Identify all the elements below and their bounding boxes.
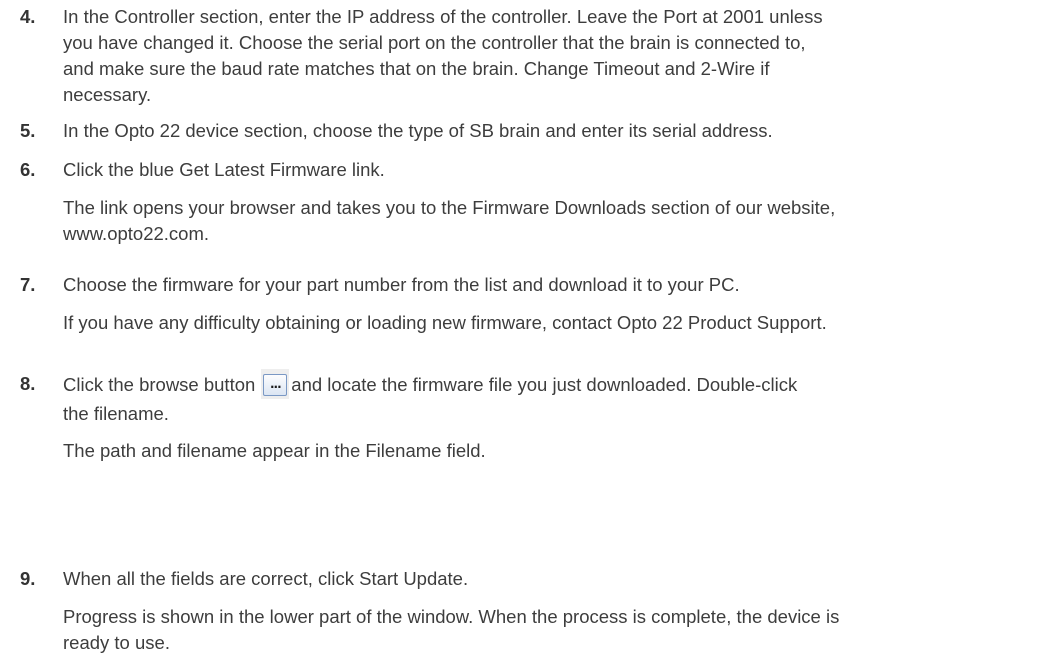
text-line: you have changed it. Choose the serial p… (63, 32, 806, 53)
text-line: When all the fields are correct, click S… (63, 568, 469, 589)
text-line: In the Opto 22 device section, choose th… (63, 120, 773, 141)
step-number: 6. (20, 159, 36, 180)
step-note: The path and filename appear in the File… (63, 438, 1058, 464)
step-note: If you have any difficulty obtaining or … (63, 310, 1058, 336)
step-note: Progress is shown in the lower part of t… (63, 604, 1058, 656)
text-line: necessary. (63, 84, 152, 105)
text-line: In the Controller section, enter the IP … (63, 6, 823, 27)
text-line: Click the blue Get Latest Firmware link. (63, 159, 385, 180)
step-number: 7. (20, 274, 36, 295)
text-line: Choose the firmware for your part number… (63, 274, 740, 295)
browse-button-illustration: ... (261, 369, 290, 399)
step-number: 9. (20, 568, 36, 589)
step-text: Click the browse button... and locate the… (63, 369, 1058, 427)
text-line: The link opens your browser and takes yo… (63, 197, 836, 218)
step-text: In the Controller section, enter the IP … (63, 4, 1058, 108)
text-line: If you have any difficulty obtaining or … (63, 312, 827, 333)
step-number: 8. (20, 373, 36, 394)
step-text: In the Opto 22 device section, choose th… (63, 118, 1058, 144)
text-line: Click the browse button... and locate the… (63, 369, 1058, 401)
step-text: Choose the firmware for your part number… (63, 272, 1058, 298)
text-line: ready to use. (63, 632, 170, 653)
text-line: the filename. (63, 403, 169, 424)
instruction-page: 4. In the Controller section, enter the … (0, 0, 1064, 671)
text-line: www.opto22.com. (63, 223, 210, 244)
text-line: The path and filename appear in the File… (63, 440, 486, 461)
text-fragment: and locate the firmware file you just do… (291, 373, 798, 395)
step-text: Click the blue Get Latest Firmware link. (63, 157, 1058, 183)
step-text: When all the fields are correct, click S… (63, 566, 1058, 592)
browse-button: ... (263, 374, 288, 397)
text-fragment: Click the browse button (63, 373, 256, 395)
text-line: Progress is shown in the lower part of t… (63, 606, 840, 627)
step-note: The link opens your browser and takes yo… (63, 195, 1058, 247)
text-line: and make sure the baud rate matches that… (63, 58, 770, 79)
step-number: 5. (20, 120, 36, 141)
step-number: 4. (20, 6, 36, 27)
